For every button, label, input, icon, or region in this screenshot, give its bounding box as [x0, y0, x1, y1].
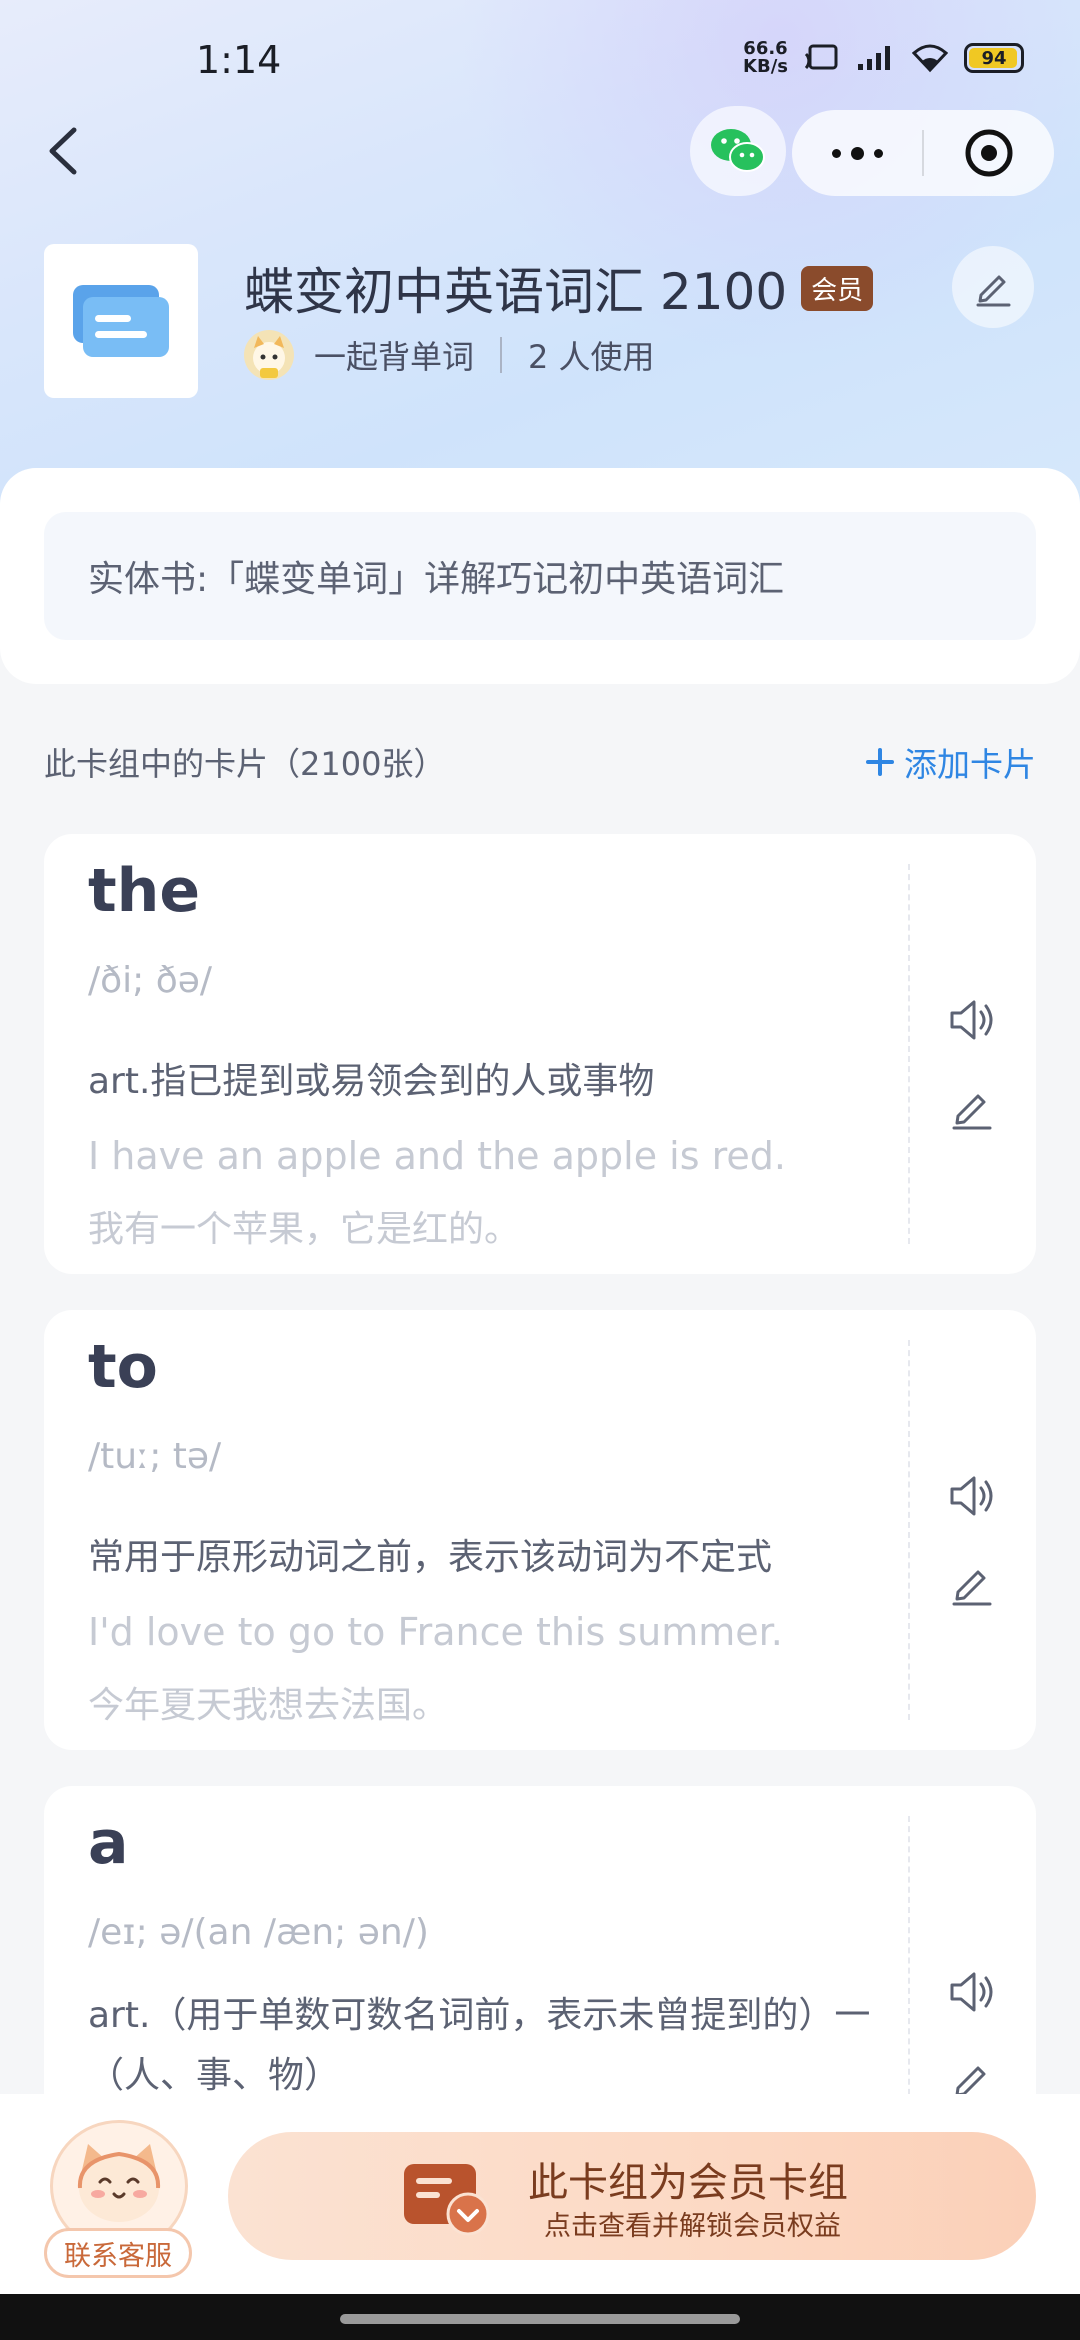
speaker-icon[interactable] [946, 1470, 998, 1522]
chevron-left-icon [49, 127, 77, 175]
user-count: 2 人使用 [528, 338, 655, 376]
word-card[interactable]: the /ði; ðə/ art.指已提到或易领会到的人或事物 I have a… [44, 834, 1036, 1274]
cat-avatar-icon [253, 336, 285, 378]
edit-card-icon[interactable] [948, 1084, 996, 1132]
back-button[interactable] [36, 116, 92, 186]
speaker-icon[interactable] [946, 1966, 998, 2018]
status-time: 1:14 [196, 38, 282, 82]
deck-title-row: 蝶变初中英语词汇 2100 会员 [244, 252, 874, 324]
card-definition: 常用于原形动词之前，表示该动词为不定式 [88, 1537, 773, 1578]
card-list-title: 此卡组中的卡片（2100张） [44, 745, 446, 783]
more-dot-icon [873, 148, 883, 158]
card-word: to [88, 1332, 158, 1402]
signal-icon [858, 46, 890, 70]
card-phonetic: /tuː; tə/ [88, 1436, 222, 1477]
network-speed: 66.6 KB/s [743, 40, 788, 76]
card-phonetic: /ði; ðə/ [88, 960, 213, 1001]
customer-service-button[interactable]: 联系客服 [44, 2120, 192, 2280]
card-list-header: 此卡组中的卡片（2100张） 添加卡片 [44, 736, 1036, 788]
status-icons: 66.6 KB/s 94 [743, 40, 1024, 76]
target-close-icon [965, 129, 1013, 177]
close-miniprogram-button[interactable] [924, 110, 1054, 196]
wechat-icon [711, 129, 765, 172]
author-name[interactable]: 一起背单词 [314, 332, 474, 378]
cast-icon [804, 44, 838, 70]
home-indicator[interactable] [340, 2314, 740, 2324]
edit-deck-button[interactable] [952, 246, 1034, 328]
add-card-button[interactable]: 添加卡片 [866, 738, 1036, 786]
more-dot-icon [850, 146, 864, 160]
description-box: 实体书:「蝶变单词」详解巧记初中英语词汇 [44, 512, 1036, 640]
status-bar: 1:14 66.6 KB/s 94 [0, 0, 1080, 120]
cat-mascot-icon [77, 2144, 161, 2222]
edit-card-icon[interactable] [948, 1560, 996, 1608]
card-example-zh: 我有一个苹果，它是红的。 [88, 1209, 521, 1250]
wifi-icon [912, 44, 948, 73]
deck-meta: 一起背单词 2 人使用 [244, 330, 655, 380]
card-definition: art.（用于单数可数名词前，表示未曾提到的）一（人、事、物） [88, 1995, 871, 2096]
member-cta-title: 此卡组为会员卡组 [528, 2160, 848, 2206]
card-example-en: I have an apple and the apple is red. [88, 1134, 786, 1178]
member-cta-subtitle: 点击查看并解锁会员权益 [544, 2211, 841, 2242]
pen-icon [976, 275, 1011, 307]
plus-icon [866, 748, 894, 776]
card-phonetic: /eɪ; ə/(an /æn; ən/) [88, 1912, 429, 1953]
card-example-zh: 今年夏天我想去法国。 [88, 1685, 449, 1726]
meta-divider [500, 337, 503, 373]
bottom-bar: 联系客服 此卡组为会员卡组 点击查看并解锁会员权益 [0, 2094, 1080, 2294]
word-card[interactable]: to /tuː; tə/ 常用于原形动词之前，表示该动词为不定式 I'd lov… [44, 1310, 1036, 1750]
speaker-icon[interactable] [946, 994, 998, 1046]
network-speed-unit: KB/s [743, 56, 788, 77]
battery-indicator: 94 [964, 43, 1024, 73]
member-badge: 会员 [801, 265, 874, 311]
card-example-en: I'd love to go to France this summer. [88, 1610, 783, 1654]
description-panel: 实体书:「蝶变单词」详解巧记初中英语词汇 [0, 468, 1080, 684]
card-word: a [88, 1808, 129, 1878]
card-divider [908, 864, 910, 1244]
card-divider [908, 1340, 910, 1720]
customer-service-label: 联系客服 [44, 2228, 192, 2278]
battery-level: 94 [981, 47, 1007, 69]
card-definition: art.指已提到或易领会到的人或事物 [88, 1061, 655, 1102]
miniprogram-capsule [792, 110, 1054, 196]
more-button[interactable] [792, 110, 922, 196]
deck-cover [44, 244, 198, 398]
more-dot-icon [831, 148, 841, 158]
member-benefits-button[interactable]: 此卡组为会员卡组 点击查看并解锁会员权益 [228, 2132, 1036, 2260]
member-card-icon [404, 2164, 490, 2236]
add-card-label: 添加卡片 [904, 745, 1036, 784]
wechat-share-button[interactable] [690, 106, 786, 196]
deck-title: 蝶变初中英语词汇 2100 [244, 263, 788, 321]
card-word: the [88, 856, 201, 926]
author-avatar[interactable] [244, 330, 294, 380]
deck-description: 实体书:「蝶变单词」详解巧记初中英语词汇 [88, 559, 785, 600]
card-deck-icon [73, 285, 169, 357]
